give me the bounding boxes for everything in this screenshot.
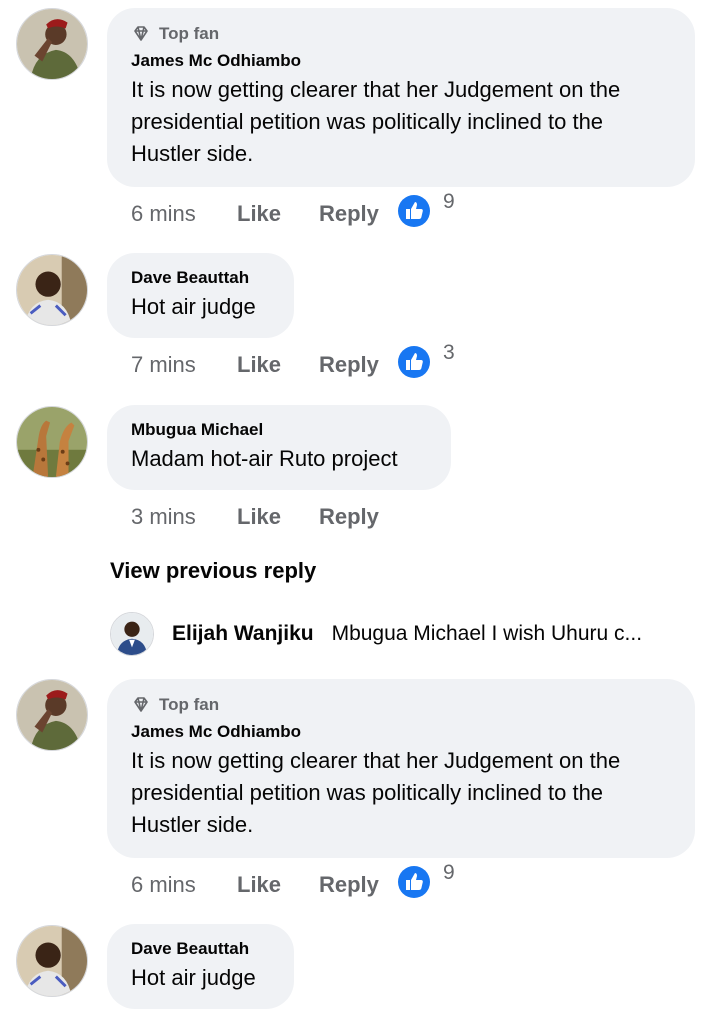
comment-actions: 3 mins Like Reply <box>131 500 397 534</box>
reply-author[interactable]: Elijah Wanjiku <box>172 622 314 646</box>
avatar[interactable] <box>110 612 154 656</box>
reply-button[interactable]: Reply <box>319 504 397 530</box>
comment-text: It is now getting clearer that her Judge… <box>131 745 671 841</box>
comment-text: Madam hot-air Ruto project <box>131 443 427 475</box>
comment-line: presidential petition was politically in… <box>131 109 604 134</box>
comment-line: Hustler side. <box>131 812 254 837</box>
comment-line: presidential petition was politically in… <box>131 780 604 805</box>
reactions[interactable]: 9 <box>397 190 455 228</box>
reply-button[interactable]: Reply <box>319 872 397 898</box>
comment-author[interactable]: James Mc Odhiambo <box>131 50 671 72</box>
comment-bubble: Dave Beauttah Hot air judge <box>107 253 294 338</box>
comment-author[interactable]: James Mc Odhiambo <box>131 721 671 743</box>
reaction-count: 9 <box>443 861 455 884</box>
comment-author[interactable]: Dave Beauttah <box>131 267 270 289</box>
badge-label: Top fan <box>159 695 220 714</box>
view-previous-reply-link[interactable]: View previous reply <box>110 558 316 584</box>
like-reaction-icon <box>398 195 430 227</box>
comment-actions: 7 mins Like Reply 3 <box>131 341 455 382</box>
comment-line: Hot air judge <box>131 965 256 990</box>
timestamp[interactable]: 7 mins <box>131 352 237 378</box>
comment-bubble: Mbugua Michael Madam hot-air Ruto projec… <box>107 405 451 490</box>
like-reaction-icon <box>398 346 430 378</box>
comment-line: Hustler side. <box>131 141 254 166</box>
comment-line: It is now getting clearer that her Judge… <box>131 748 621 773</box>
top-fan-badge: Top fan <box>131 693 671 717</box>
reply-text: Mbugua Michael I wish Uhuru c... <box>331 622 643 645</box>
comment-line: Madam hot-air Ruto project <box>131 446 398 471</box>
comment-author[interactable]: Dave Beauttah <box>131 938 270 960</box>
comment-text: It is now getting clearer that her Judge… <box>131 74 671 170</box>
like-button[interactable]: Like <box>237 201 319 227</box>
timestamp[interactable]: 3 mins <box>131 504 237 530</box>
comment-bubble: Dave Beauttah Hot air judge <box>107 924 294 1009</box>
avatar[interactable] <box>16 679 88 751</box>
avatar[interactable] <box>16 925 88 997</box>
top-fan-badge: Top fan <box>131 22 671 46</box>
reply-button[interactable]: Reply <box>319 201 397 227</box>
reactions[interactable]: 3 <box>397 341 455 379</box>
diamond-icon <box>134 26 148 41</box>
comment-bubble: Top fan James Mc Odhiambo It is now gett… <box>107 8 695 187</box>
like-reaction-icon <box>398 866 430 898</box>
comment-line: It is now getting clearer that her Judge… <box>131 77 621 102</box>
badge-label: Top fan <box>159 24 220 43</box>
comment-author[interactable]: Mbugua Michael <box>131 419 427 441</box>
reply-preview[interactable]: Elijah Wanjiku Mbugua Michael I wish Uhu… <box>110 612 700 656</box>
like-button[interactable]: Like <box>237 352 319 378</box>
diamond-icon <box>134 697 148 712</box>
comment-text: Hot air judge <box>131 291 270 323</box>
reply-button[interactable]: Reply <box>319 352 397 378</box>
avatar[interactable] <box>16 406 88 478</box>
comment-actions: 6 mins Like Reply 9 <box>131 861 455 902</box>
comment-line: Hot air judge <box>131 294 256 319</box>
reactions[interactable]: 9 <box>397 861 455 899</box>
avatar[interactable] <box>16 8 88 80</box>
like-button[interactable]: Like <box>237 872 319 898</box>
reaction-count: 9 <box>443 190 455 213</box>
comment-text: Hot air judge <box>131 962 270 994</box>
comment-bubble: Top fan James Mc Odhiambo It is now gett… <box>107 679 695 858</box>
timestamp[interactable]: 6 mins <box>131 201 237 227</box>
comment-actions: 6 mins Like Reply 9 <box>131 190 455 231</box>
timestamp[interactable]: 6 mins <box>131 872 237 898</box>
reaction-count: 3 <box>443 341 455 364</box>
like-button[interactable]: Like <box>237 504 319 530</box>
avatar[interactable] <box>16 254 88 326</box>
